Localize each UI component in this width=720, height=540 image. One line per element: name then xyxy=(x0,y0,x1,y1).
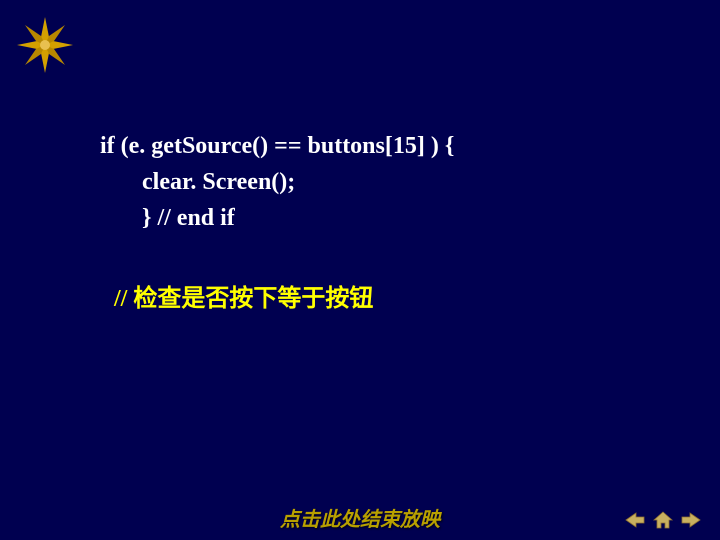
slide-content: if (e. getSource() == buttons[15] ) { cl… xyxy=(100,128,680,313)
prev-arrow-icon xyxy=(624,510,646,530)
nav-controls xyxy=(624,510,702,530)
star-decoration xyxy=(15,15,75,75)
comment-line: // 检查是否按下等于按钮 xyxy=(100,278,680,313)
prev-button[interactable] xyxy=(624,510,646,530)
home-button[interactable] xyxy=(652,510,674,530)
end-slideshow-link[interactable]: 点击此处结束放映 xyxy=(280,503,440,532)
code-line-2: clear. Screen(); xyxy=(100,164,680,200)
star-icon xyxy=(15,15,75,75)
next-arrow-icon xyxy=(680,510,702,530)
next-button[interactable] xyxy=(680,510,702,530)
home-icon xyxy=(652,510,674,530)
code-line-1: if (e. getSource() == buttons[15] ) { xyxy=(100,128,680,164)
code-line-3: } // end if xyxy=(100,200,680,236)
